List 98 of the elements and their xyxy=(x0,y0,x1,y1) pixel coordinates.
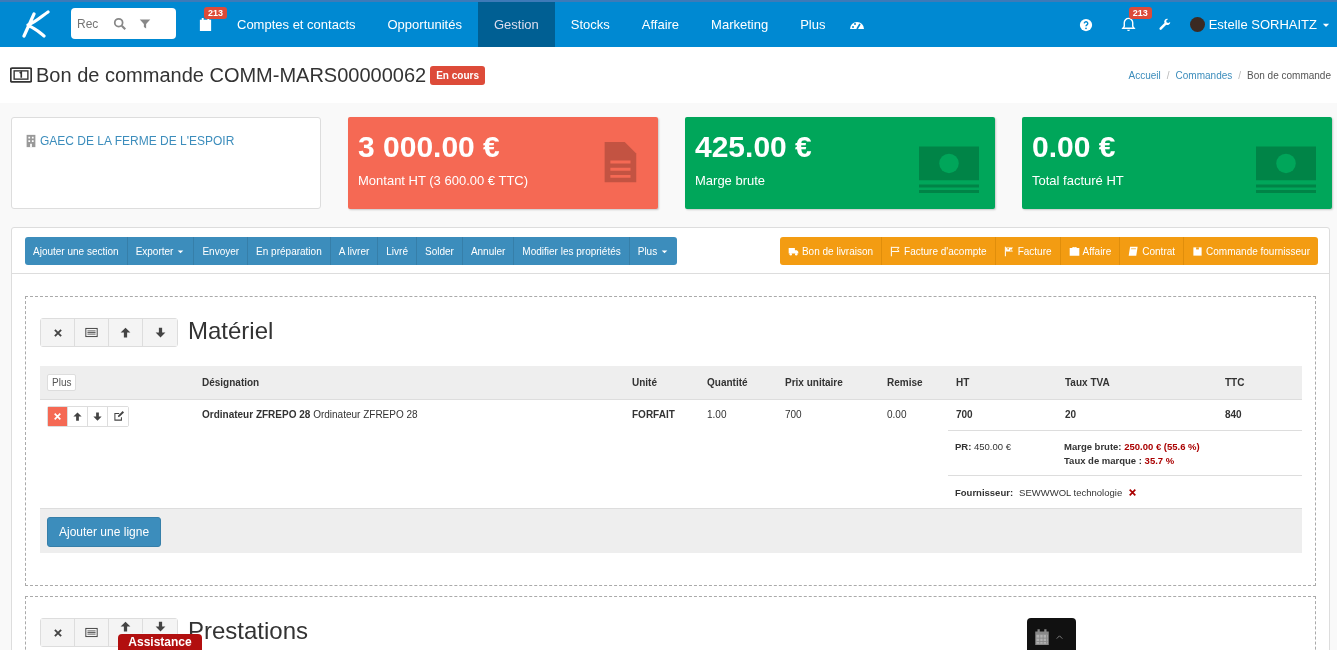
breadcrumb-separator: / xyxy=(1238,69,1242,81)
section-title: Matériel xyxy=(188,317,274,345)
create-button[interactable]: Commande fournisseur xyxy=(1184,237,1318,265)
nav-item[interactable]: Stocks xyxy=(554,2,626,47)
truck-icon xyxy=(787,245,799,257)
table-cell-text: Ordinateur ZFREPO 28 Ordinateur ZFREPO 28 xyxy=(201,408,419,420)
delete-icon xyxy=(52,627,63,638)
column-header: Remise xyxy=(886,377,924,388)
logo-icon[interactable] xyxy=(20,9,50,40)
flag-icon xyxy=(890,245,902,257)
stat-value: 0.00 € xyxy=(1032,129,1116,165)
field-label: Taux de marque : xyxy=(1064,455,1142,466)
column-header: TTC xyxy=(1224,377,1246,388)
page-title: Bon de commande COMM-MARS00000062 xyxy=(36,63,427,87)
create-button[interactable]: Facture xyxy=(995,237,1061,265)
stat-label: Montant HT (3 600.00 € TTC) xyxy=(358,173,530,188)
stat-value: 425.00 € xyxy=(695,129,812,165)
action-button[interactable]: Ajouter une section xyxy=(25,237,128,265)
search-icon xyxy=(113,16,127,31)
action-button[interactable]: Modifier les propriétés xyxy=(514,237,630,265)
help-icon[interactable] xyxy=(1078,17,1093,32)
table-cell-text: 840 xyxy=(1224,408,1243,420)
stat-label: Marge brute xyxy=(695,173,767,188)
bell-icon[interactable] xyxy=(1120,17,1136,32)
create-button[interactable]: Bon de livraison xyxy=(779,237,883,265)
delete-icon xyxy=(52,327,63,338)
table-cell-text: 20 xyxy=(1064,408,1078,420)
delete-icon xyxy=(53,412,62,421)
chevron-up-icon xyxy=(1055,632,1064,642)
avatar[interactable] xyxy=(1189,17,1205,32)
create-button[interactable]: Contrat xyxy=(1120,237,1185,265)
table-cell-text: FORFAIT xyxy=(631,408,676,420)
nav-item[interactable]: Opportunités xyxy=(371,2,478,47)
arrow-up-icon xyxy=(72,411,83,422)
breadcrumb-link[interactable]: Accueil xyxy=(1128,69,1161,81)
field-label: PR: xyxy=(955,441,972,452)
action-button[interactable]: En préparation xyxy=(248,237,331,265)
field-value: SEWWWOL technologie xyxy=(1019,486,1123,498)
column-header: Unité xyxy=(631,377,658,388)
arrow-up-icon xyxy=(119,326,132,339)
arrow-up-icon xyxy=(119,620,132,633)
list-icon xyxy=(85,626,98,639)
status-badge: En cours xyxy=(430,65,485,85)
section-tool-button[interactable] xyxy=(41,619,75,646)
table-cell-text: 700 xyxy=(955,408,974,420)
field-label: Fournisseur: xyxy=(955,486,1014,498)
table-cell-text: 1.00 xyxy=(706,408,728,420)
banknote-icon xyxy=(10,64,32,86)
notification-count: 213 xyxy=(1128,7,1152,19)
breadcrumb-link[interactable]: Commandes xyxy=(1175,69,1233,81)
remove-icon[interactable] xyxy=(1128,487,1138,497)
book-icon xyxy=(1128,245,1140,257)
checkered-flag-icon xyxy=(1003,245,1015,257)
field-label: Marge brute: xyxy=(1064,441,1122,452)
nav-item[interactable]: Marketing xyxy=(695,2,785,47)
action-button[interactable]: Livré xyxy=(378,237,417,265)
field-value: 250.00 € (55.6 %) xyxy=(1124,441,1200,452)
list-icon xyxy=(85,326,98,339)
column-header: Prix unitaire xyxy=(784,377,844,388)
breadcrumb-separator: / xyxy=(1166,69,1170,81)
breadcrumb-current: Bon de commande xyxy=(1247,69,1331,81)
section-tool-button[interactable] xyxy=(41,319,75,346)
filter-icon xyxy=(139,17,151,30)
search-field[interactable]: Rec xyxy=(77,16,101,31)
action-button[interactable]: Exporter xyxy=(127,237,195,265)
square-icon xyxy=(1192,245,1204,257)
create-button[interactable]: Facture d'acompte xyxy=(882,237,996,265)
action-button[interactable]: Envoyer xyxy=(194,237,249,265)
column-header: Taux TVA xyxy=(1064,377,1111,388)
action-button[interactable]: Plus xyxy=(629,237,678,265)
customer-link[interactable]: GAEC DE LA FERME DE L'ESPOIR xyxy=(40,134,235,148)
nav-item[interactable]: Gestion xyxy=(477,2,555,47)
field-value: 35.7 % xyxy=(1144,455,1175,466)
notification-count: 213 xyxy=(204,7,228,19)
edit-icon xyxy=(112,411,124,422)
stat-value: 3 000.00 € xyxy=(358,129,500,165)
more-button[interactable]: Plus xyxy=(47,374,77,391)
column-header: Désignation xyxy=(201,377,261,388)
column-header: Quantité xyxy=(706,377,749,388)
briefcase-icon xyxy=(1068,245,1080,257)
add-line-button[interactable]: Ajouter une ligne xyxy=(47,517,162,547)
wrench-icon[interactable] xyxy=(1157,17,1172,32)
building-icon xyxy=(24,134,38,148)
stat-label: Total facturé HT xyxy=(1032,173,1125,188)
user-name[interactable]: Estelle SORHAITZ xyxy=(1208,17,1317,32)
action-button[interactable]: Solder xyxy=(416,237,463,265)
create-button[interactable]: Affaire xyxy=(1060,237,1121,265)
action-button[interactable]: Annuler xyxy=(462,237,515,265)
nav-item[interactable]: Affaire xyxy=(625,2,696,47)
assistance-tab[interactable]: Assistance xyxy=(118,634,202,650)
action-button[interactable]: A livrer xyxy=(330,237,379,265)
table-cell-text: 700 xyxy=(784,408,803,420)
table-cell-text: 0.00 xyxy=(886,408,908,420)
nav-item[interactable]: Plus xyxy=(784,2,842,47)
column-header: HT xyxy=(955,377,971,388)
arrow-down-icon xyxy=(92,411,103,422)
field-value: 450.00 € xyxy=(974,441,1011,452)
calendar-widget[interactable] xyxy=(1027,618,1076,650)
